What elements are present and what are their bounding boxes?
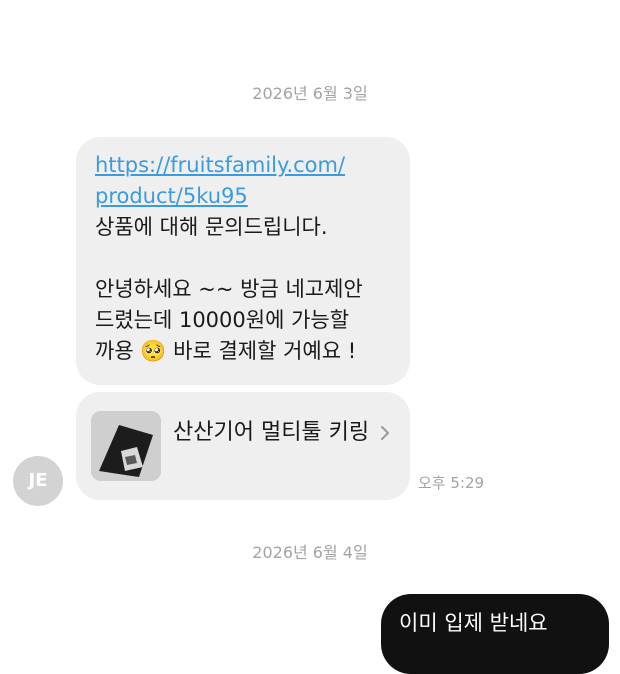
- outgoing-message-text: 이미 입제 받네요: [399, 611, 548, 635]
- chevron-right-icon[interactable]: [378, 424, 392, 442]
- message-line: [95, 243, 405, 274]
- message-timestamp: 오후 5:29: [418, 474, 485, 492]
- product-link[interactable]: https://fruitsfamily.com/ product/5ku95: [95, 150, 405, 212]
- outgoing-message-bubble[interactable]: 이미 입제 받네요: [381, 594, 609, 674]
- avatar[interactable]: JE: [13, 456, 63, 506]
- message-line: 안녕하세요 ~~ 방금 네고제안: [95, 277, 363, 301]
- date-separator: 2026년 6월 4일: [252, 543, 368, 562]
- product-thumbnail[interactable]: [91, 411, 161, 481]
- product-name[interactable]: 산산기어 멀티툴 키링: [173, 417, 373, 448]
- product-link-line-2[interactable]: product/5ku95: [95, 184, 248, 208]
- product-link-line-1[interactable]: https://fruitsfamily.com/: [95, 153, 345, 177]
- message-line: 드렸는데 10000원에 가능할: [95, 308, 350, 332]
- message-line: 까용 🥺 바로 결제할 거예요 !: [95, 339, 357, 363]
- date-separator: 2026년 6월 3일: [252, 84, 368, 103]
- message-line: 상품에 대해 문의드립니다.: [95, 215, 328, 239]
- incoming-message-text: https://fruitsfamily.com/ product/5ku95 …: [95, 150, 405, 367]
